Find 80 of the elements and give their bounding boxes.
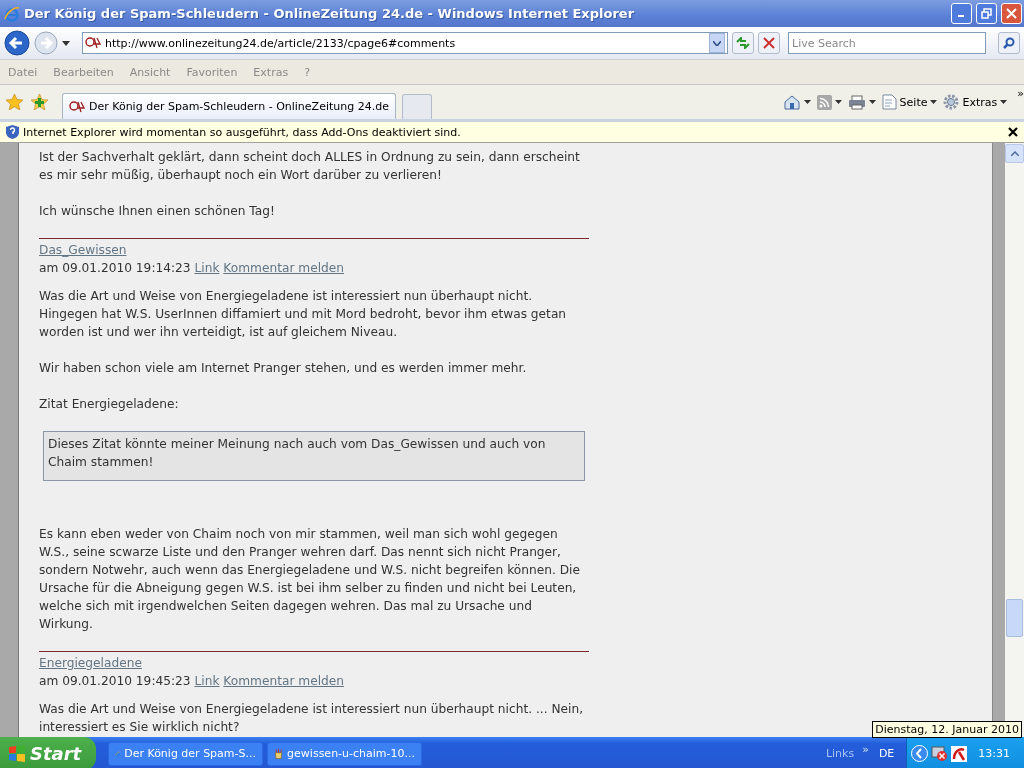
command-icon-button[interactable] [816, 94, 842, 110]
windows-flag-icon [8, 745, 26, 762]
gear-icon [943, 94, 960, 110]
home-icon [782, 94, 801, 110]
language-indicator[interactable]: DE [878, 747, 895, 760]
caret-icon[interactable] [868, 100, 876, 104]
shield-icon [6, 125, 19, 139]
menu-item[interactable]: Bearbeiten [53, 65, 114, 79]
feed-icon [816, 94, 832, 110]
browser-tab[interactable]: Der König der Spam-Schleudern - OnlineZeitung 24.de [62, 93, 396, 119]
comment-paragraph: Was die Art und Weise von Energiegeladene ist interessiert nun überhaupt nicht. Hingegen hat W.S. UserInnen diffamiert und mit Mord bedroht, bevor ihm etwas getan worden ist und wer ihn verteidigt, ist auf gleichem Niveau. [39, 288, 568, 341]
menu-item[interactable]: Favoriten [186, 65, 238, 79]
close-button[interactable] [1001, 3, 1022, 24]
chevron-up-icon [1010, 151, 1019, 156]
close-icon [1006, 8, 1017, 19]
show-hidden-icons-button[interactable] [911, 745, 929, 762]
caret-icon[interactable] [803, 100, 811, 104]
comment-paragraph: Ist der Sachverhalt geklärt, dann scheint doch ALLES in Ordnung zu sein, dann erscheint es mir sehr müßig, überhaupt noch ein Wort darüber zu verlieren! [39, 149, 581, 184]
command-button[interactable]: Seite [881, 94, 938, 110]
toolbar-chevron[interactable]: » [862, 743, 869, 756]
command-icon-button[interactable] [782, 94, 811, 110]
stop-icon [763, 37, 775, 49]
comment-link[interactable]: Kommentar melden [223, 674, 344, 688]
page-icon [881, 94, 897, 110]
network-error-icon[interactable] [931, 745, 949, 762]
menu-item[interactable]: Extras [253, 65, 289, 79]
comment-paragraph: Es kann eben weder von Chaim noch von mir stammen, weil man sich wohl gegegen W.S., seine scwarze Liste und den Pranger wehren darf. Das nennt sich nicht Pranger, sondern Notwehr, auch wenn das Energiegeladene und W.S. nicht begreifen können. Die Ursache für die Abneigung gegen W.S. ist bei ihm selber zu finden und nicht bei Leuten, welche sich mit irgendwelchen Seiten dagegen wehren. Das mal zu Ursache und Wirkung. [39, 526, 581, 633]
history-caret-icon[interactable] [62, 40, 70, 46]
restore-button[interactable] [976, 3, 997, 24]
quote-box: Dieses Zitat könnte meiner Meinung nach auch vom Das_Gewissen und auch von Chaim stammen! [43, 431, 585, 481]
search-field[interactable]: Live Search [788, 32, 986, 54]
refresh-button[interactable] [732, 32, 754, 54]
back-button[interactable] [4, 30, 30, 56]
comment-paragraph: Ich wünsche Ihnen einen schönen Tag! [39, 203, 276, 220]
menu-item[interactable]: Datei [8, 65, 38, 79]
command-button[interactable]: Extras [943, 94, 1008, 110]
window-title: Der König der Spam-Schleudern - OnlineZeitung 24.de - Windows Internet Explorer [24, 6, 636, 21]
site-logo-icon [85, 36, 101, 50]
comment-link[interactable]: Kommentar melden [223, 261, 344, 275]
scroll-up-button[interactable] [1005, 144, 1024, 163]
author-link[interactable]: Das_Gewissen [39, 241, 127, 259]
scroll-thumb[interactable] [1006, 599, 1023, 637]
comment-link[interactable]: Link [194, 261, 220, 275]
add-favorite-icon[interactable] [31, 94, 48, 110]
start-button[interactable]: Start [0, 737, 96, 768]
menu-item[interactable]: ? [304, 65, 310, 79]
comment-timestamp: am 09.01.2010 19:14:23 [39, 261, 191, 275]
taskbar-button[interactable]: gewissen-u-chaim-10... [267, 741, 422, 766]
command-icon-button[interactable] [847, 94, 876, 110]
links-toolbar-label[interactable]: Links [825, 747, 855, 760]
caret-icon[interactable] [834, 100, 842, 104]
clock[interactable]: 13:31 [978, 747, 1010, 760]
author-link[interactable]: Energiegeladene [39, 654, 142, 672]
restore-icon [981, 8, 992, 19]
comment-timestamp: am 09.01.2010 19:45:23 [39, 674, 191, 688]
antivirus-umbrella-icon[interactable] [951, 745, 968, 762]
comment-paragraph: Was die Art und Weise von Energiegeladene ist interessiert nun überhaupt nicht. ... Nein, interessiert es Sie wirklich nicht? [39, 701, 584, 736]
printer-icon [847, 94, 866, 110]
browser-icon [4, 5, 20, 22]
taskbar-button[interactable]: Der König der Spam-S... [108, 741, 263, 766]
address-dropdown-button[interactable] [709, 33, 725, 53]
overflow-chevron[interactable]: » [1017, 87, 1024, 100]
comment-link[interactable]: Link [194, 674, 220, 688]
stop-button[interactable] [758, 32, 780, 54]
comment-paragraph: Zitat Energiegeladene: [39, 396, 180, 413]
minimize-button[interactable] [951, 3, 972, 24]
caret-icon[interactable] [1000, 100, 1008, 104]
menu-item[interactable]: Ansicht [129, 65, 171, 79]
refresh-icon [736, 37, 750, 49]
chevron-down-icon [713, 40, 721, 46]
favorites-star-icon[interactable] [6, 94, 23, 110]
comment-paragraph: Wir haben schon viele am Internet Pranger stehen, und es werden immer mehr. [39, 360, 528, 377]
site-logo-icon [69, 99, 85, 114]
address-field[interactable]: http://www.onlinezeitung24.de/article/2133/cpage6#comments [82, 32, 728, 54]
caret-icon[interactable] [930, 100, 938, 104]
search-button[interactable] [998, 32, 1020, 54]
close-icon[interactable] [1008, 127, 1018, 137]
date-tooltip: Dienstag, 12. Januar 2010 [872, 721, 1022, 738]
info-bar-message: Internet Explorer wird momentan so ausgeführt, dass Add-Ons deaktiviert sind. [23, 125, 462, 139]
search-icon [1003, 37, 1015, 49]
